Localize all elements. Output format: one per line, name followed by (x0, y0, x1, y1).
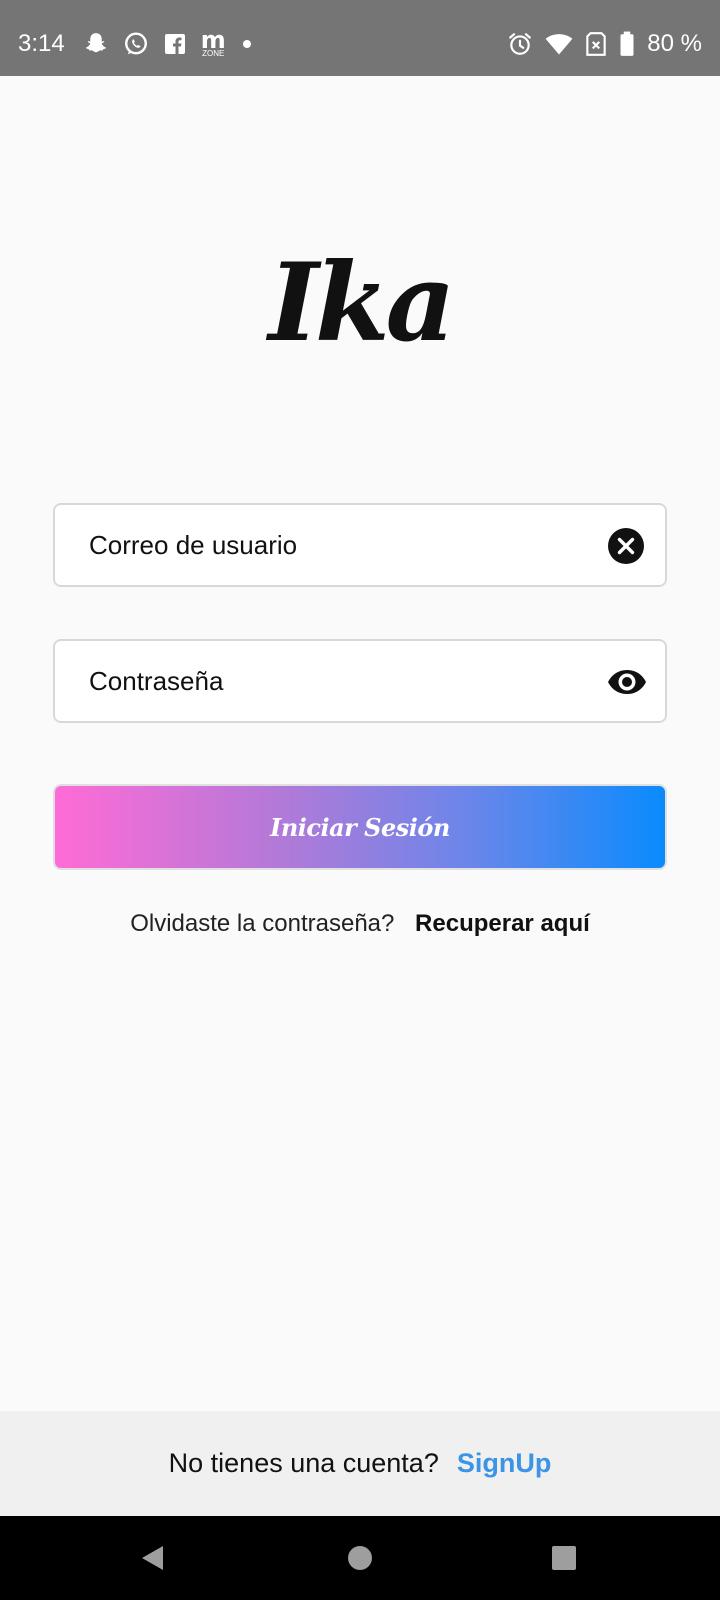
signup-text: No tienes una cuenta? (168, 1448, 439, 1478)
login-button[interactable]: Iniciar Sesión (53, 784, 667, 870)
dot-icon (240, 37, 254, 51)
recover-password-link[interactable]: Recuperar aquí (415, 910, 590, 937)
navigation-bar (0, 1516, 720, 1600)
snapchat-icon (83, 31, 109, 57)
mzone-m: m (200, 25, 226, 54)
email-placeholder: Correo de usuario (89, 530, 298, 560)
email-field[interactable]: Correo de usuario (53, 503, 667, 587)
whatsapp-icon (123, 31, 149, 57)
password-placeholder: Contraseña (89, 666, 224, 696)
eye-icon[interactable] (607, 663, 646, 701)
status-bar: 3:14 m ZONE 80 % (0, 0, 720, 76)
sim-icon (585, 31, 607, 57)
battery-icon (619, 31, 635, 57)
home-icon[interactable] (320, 1516, 400, 1600)
password-field[interactable]: Contraseña (53, 639, 667, 723)
mzone-zone: ZONE (202, 48, 225, 58)
forgot-password-row: Olvidaste la contraseña? Recuperar aquí (0, 910, 720, 938)
signup-link[interactable]: SignUp (457, 1448, 552, 1479)
forgot-password-text: Olvidaste la contraseña? (130, 910, 395, 937)
back-icon[interactable] (113, 1516, 193, 1600)
status-right: 80 % (507, 0, 702, 88)
mzone-icon: m ZONE (200, 25, 226, 58)
recents-icon[interactable] (524, 1516, 604, 1600)
status-time: 3:14 (18, 30, 65, 57)
status-left: 3:14 m ZONE (18, 0, 254, 88)
facebook-icon (163, 32, 187, 56)
alarm-icon (507, 31, 533, 57)
battery-percentage: 80 % (647, 30, 702, 57)
app-logo: Ika (268, 240, 455, 366)
login-button-label: Iniciar Sesión (270, 812, 450, 842)
signup-bar: No tienes una cuenta? SignUp (0, 1411, 720, 1516)
wifi-icon (545, 31, 573, 57)
clear-icon[interactable] (607, 527, 645, 565)
